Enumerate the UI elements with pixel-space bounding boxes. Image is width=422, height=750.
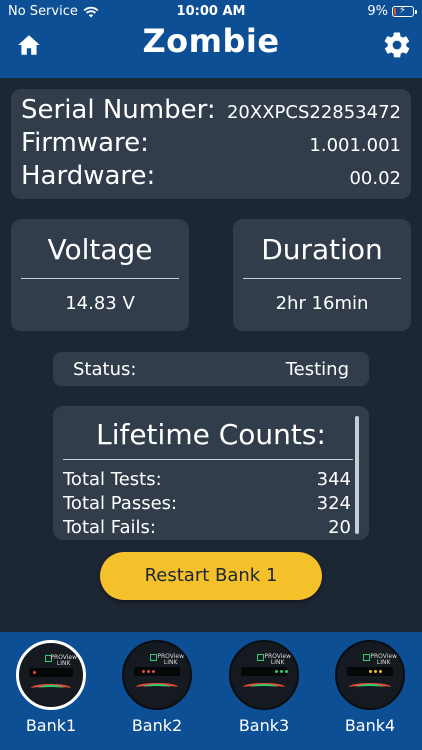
firmware-row: Firmware: 1.001.001	[21, 128, 401, 161]
count-value: 20	[328, 517, 351, 538]
lifetime-counts-card[interactable]: Lifetime Counts: Total Tests: 344 Total …	[53, 406, 369, 540]
device-info-card: Serial Number: 20XXPCS22853472 Firmware:…	[11, 89, 411, 199]
duration-card: Duration 2hr 16min	[233, 219, 411, 331]
battery-group: 9% ⚡	[367, 4, 417, 19]
tab-bank-2[interactable]: PROView LINK Bank2	[117, 640, 197, 735]
clock: 10:00 AM	[176, 4, 246, 19]
voltage-title: Voltage	[47, 233, 153, 266]
count-label: Total Tests:	[63, 469, 162, 490]
count-label: Total Passes:	[63, 493, 178, 514]
hardware-label: Hardware:	[21, 161, 156, 191]
status-value: Testing	[285, 358, 349, 380]
firmware-value: 1.001.001	[309, 135, 401, 156]
count-value: 344	[316, 469, 351, 490]
list-item: Total Fails: 20	[63, 516, 351, 540]
count-value: 324	[316, 493, 351, 514]
bank-label: Bank1	[25, 716, 77, 735]
bank-label: Bank4	[344, 716, 396, 735]
settings-button[interactable]	[382, 30, 412, 60]
firmware-label: Firmware:	[21, 128, 149, 158]
bank-device-image: PROView LINK	[335, 640, 405, 710]
restart-bank-button[interactable]: Restart Bank 1	[100, 552, 322, 600]
battery-percent: 9%	[367, 4, 388, 19]
tab-bank-1[interactable]: PROView LINK Bank1	[11, 640, 91, 735]
list-item: Total Passes: 324	[63, 492, 351, 516]
app-header: Zombie	[0, 24, 422, 78]
duration-title: Duration	[261, 233, 383, 266]
status-bar: No Service 10:00 AM 9% ⚡	[0, 0, 422, 24]
lifetime-title: Lifetime Counts:	[96, 418, 326, 451]
bank-device-image: PROView LINK	[229, 640, 299, 710]
bank-label: Bank2	[131, 716, 183, 735]
battery-icon: ⚡	[392, 5, 417, 17]
serial-row: Serial Number: 20XXPCS22853472	[21, 95, 401, 128]
tab-bank-4[interactable]: PROView LINK Bank4	[330, 640, 410, 735]
count-label: Total Fails:	[63, 517, 156, 538]
hardware-value: 00.02	[349, 168, 401, 189]
page-title: Zombie	[142, 22, 280, 60]
scrollbar[interactable]	[355, 416, 359, 534]
voltage-value: 14.83 V	[65, 293, 135, 314]
status-card: Status: Testing	[53, 352, 369, 386]
voltage-card: Voltage 14.83 V	[11, 219, 189, 331]
hardware-row: Hardware: 00.02	[21, 161, 401, 194]
lifetime-list: Total Tests: 344 Total Passes: 324 Total…	[53, 460, 369, 540]
bank-device-image: PROView LINK	[122, 640, 192, 710]
bank-label: Bank3	[238, 716, 290, 735]
tab-bank-3[interactable]: PROView LINK Bank3	[224, 640, 304, 735]
duration-value: 2hr 16min	[275, 293, 369, 314]
list-item: Total Tests: 344	[63, 468, 351, 492]
gear-icon	[384, 32, 410, 58]
bank-tab-bar: PROView LINK Bank1 PROView LINK Bank2 PR…	[0, 632, 422, 750]
status-label: Status:	[73, 358, 137, 380]
serial-value: 20XXPCS22853472	[226, 102, 401, 123]
serial-label: Serial Number:	[21, 95, 216, 125]
bank-device-image: PROView LINK	[16, 640, 86, 710]
